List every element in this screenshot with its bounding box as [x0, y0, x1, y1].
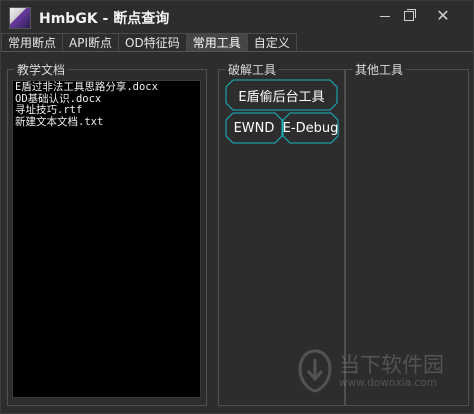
e-debug-label: E-Debug [282, 120, 339, 136]
window-title: HmbGK - 断点查询 [39, 11, 170, 27]
title-bar: HmbGK - 断点查询 ✕ [1, 1, 473, 33]
e-debug-button[interactable]: E-Debug [282, 112, 339, 144]
tab-strip: 常用断点 API断点 OD特征码 常用工具 自定义 [1, 33, 297, 52]
ewnd-button[interactable]: EWND [225, 112, 283, 144]
close-button[interactable]: ✕ [429, 6, 457, 26]
e-shield-tool-label: E盾偷后台工具 [238, 89, 325, 105]
tab-api-breakpoints[interactable]: API断点 [62, 33, 120, 52]
watermark-logo-icon [298, 349, 332, 393]
app-logo-icon [9, 7, 31, 29]
tab-common-tools[interactable]: 常用工具 [185, 33, 248, 52]
tab-divider [1, 51, 473, 52]
minimize-icon [380, 15, 390, 17]
restore-icon [404, 9, 416, 21]
app-window: HmbGK - 断点查询 ✕ 常用断点 API断点 OD特征码 常用工具 自定义… [0, 0, 474, 414]
teaching-docs-label: 教学文档 [14, 61, 69, 78]
watermark: 当下软件园 www.downxia.com [297, 347, 467, 403]
list-item[interactable]: 新建文本文档.txt [15, 116, 198, 129]
tab-common-breakpoints[interactable]: 常用断点 [1, 33, 64, 52]
teaching-docs-group: 教学文档 E盾过非法工具思路分享.docx OD基础认识.docx 寻址技巧.r… [7, 61, 207, 406]
other-tools-label: 其他工具 [352, 61, 407, 78]
close-icon: ✕ [436, 6, 450, 25]
ewnd-label: EWND [233, 120, 275, 136]
list-item[interactable]: 寻址技巧.rtf [15, 104, 198, 117]
watermark-url: www.downxia.com [339, 377, 437, 389]
crack-tools-label: 破解工具 [225, 61, 280, 78]
e-shield-tool-button[interactable]: E盾偷后台工具 [225, 79, 338, 111]
list-item[interactable]: E盾过非法工具思路分享.docx [15, 81, 198, 94]
watermark-text: 当下软件园 [339, 353, 444, 377]
restore-button[interactable] [395, 6, 423, 26]
tab-custom[interactable]: 自定义 [246, 33, 297, 52]
tab-od-signatures[interactable]: OD特征码 [118, 33, 187, 52]
docs-listbox[interactable]: E盾过非法工具思路分享.docx OD基础认识.docx 寻址技巧.rtf 新建… [12, 80, 201, 398]
